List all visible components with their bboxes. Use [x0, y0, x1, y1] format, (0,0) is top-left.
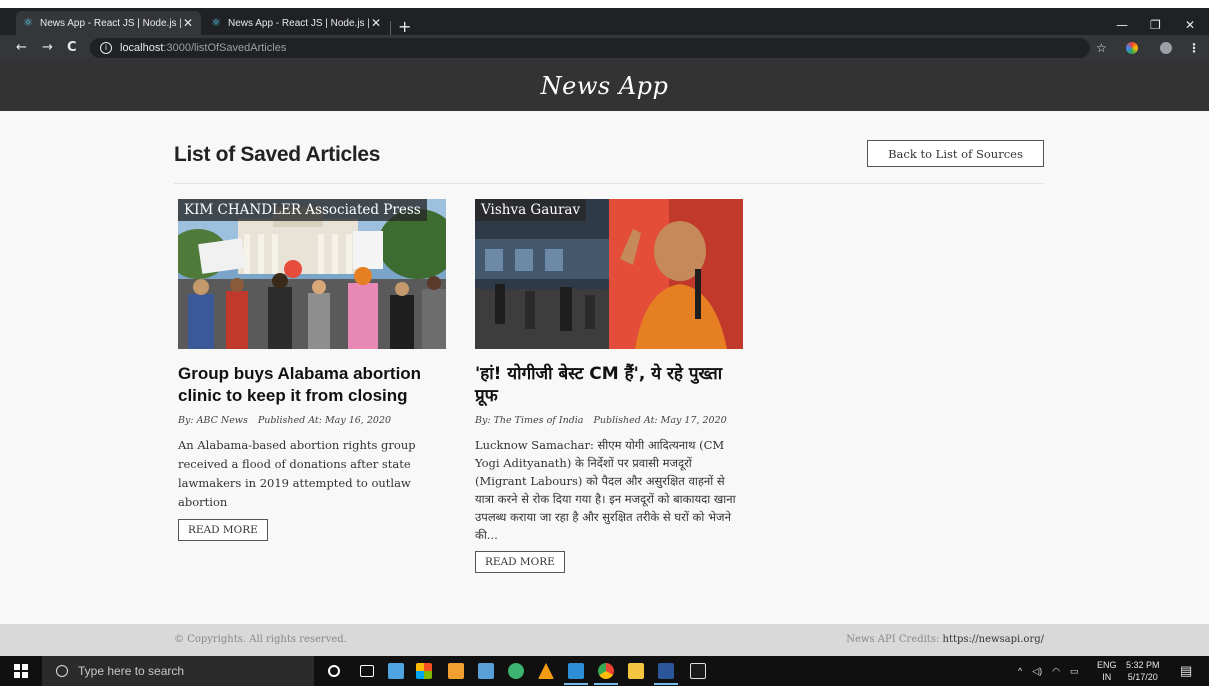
wifi-icon[interactable]: ◠ — [1052, 666, 1060, 677]
app-header: News App — [0, 61, 1209, 111]
article-description: An Alabama-based abortion rights group r… — [178, 438, 416, 509]
copyright-text: © Copyrights. All rights reserved. — [174, 634, 347, 645]
article-card: KIM CHANDLER Associated Press Group buys… — [178, 199, 446, 541]
store-icon[interactable] — [416, 663, 432, 679]
reload-icon[interactable]: C — [67, 40, 77, 56]
article-published: Published At: May 16, 2020 — [257, 415, 392, 426]
cortana-icon[interactable] — [328, 665, 340, 677]
article-headline[interactable]: Group buys Alabama abortion clinic to ke… — [178, 363, 446, 407]
lang-bottom: IN — [1102, 672, 1112, 682]
url-path: :3000/listOfSavedArticles — [163, 42, 287, 54]
new-tab-icon[interactable]: + — [398, 19, 411, 35]
credits-label: News API Credits: — [846, 634, 940, 645]
app-icon-green[interactable] — [508, 663, 524, 679]
vscode-icon[interactable] — [568, 663, 584, 679]
read-more-button[interactable]: READ MORE — [475, 551, 565, 573]
url-host: localhost — [120, 42, 164, 54]
article-meta: By: ABC News Published At: May 16, 2020 — [178, 415, 446, 426]
close-window-icon[interactable]: ✕ — [1185, 18, 1195, 32]
article-image: KIM CHANDLER Associated Press — [178, 199, 446, 349]
site-info-icon[interactable]: i — [100, 42, 112, 54]
browser-tab-bar: ⚛ News App - React JS | Node.js | R ✕ ⚛ … — [0, 8, 1209, 35]
back-arrow-icon[interactable]: ← — [16, 40, 27, 56]
article-source: By: ABC News — [178, 415, 248, 426]
app-brand[interactable]: News App — [541, 72, 669, 100]
browser-tab-1[interactable]: ⚛ News App - React JS | Node.js | R ✕ — [16, 11, 201, 35]
task-view-icon[interactable] — [360, 665, 374, 677]
article-source: By: The Times of India — [475, 415, 584, 426]
system-tray: ^ ◁) ◠ ▭ — [1018, 656, 1079, 686]
extension-icon[interactable] — [1126, 42, 1138, 54]
file-explorer-icon[interactable] — [628, 663, 644, 679]
clock-date: 5/17/20 — [1127, 672, 1158, 682]
article-published: Published At: May 17, 2020 — [593, 415, 727, 426]
app-icon-window[interactable] — [478, 663, 494, 679]
newsapi-link[interactable]: https://newsapi.org/ — [943, 634, 1044, 645]
language-indicator[interactable]: ENG IN — [1097, 656, 1117, 686]
article-headline[interactable]: 'हां! योगीजी बेस्ट CM हैं', ये रहे पुख्त… — [475, 363, 743, 407]
search-placeholder: Type here to search — [78, 664, 185, 678]
article-image: Vishva Gaurav — [475, 199, 743, 349]
read-more-button[interactable]: READ MORE — [178, 519, 268, 541]
word-icon[interactable] — [658, 663, 674, 679]
back-to-sources-button[interactable]: Back to List of Sources — [867, 140, 1044, 167]
chrome-icon[interactable] — [598, 663, 614, 679]
profile-avatar-icon[interactable] — [1160, 42, 1172, 54]
article-description: Lucknow Samachar: सीएम योगी आदित्यनाथ (C… — [475, 438, 736, 542]
battery-icon[interactable]: ▭ — [1070, 666, 1079, 677]
api-credits: News API Credits: https://newsapi.org/ — [846, 634, 1044, 645]
notifications-icon[interactable]: ▤ — [1180, 656, 1192, 686]
vscode-active-indicator — [564, 683, 588, 685]
screen-bottom-strip — [0, 686, 1209, 700]
restore-icon[interactable]: ❐ — [1150, 18, 1161, 32]
windows-start-icon[interactable] — [14, 664, 28, 678]
vlc-icon[interactable] — [538, 663, 554, 679]
page-footer: © Copyrights. All rights reserved. News … — [0, 624, 1209, 656]
taskbar-search-box[interactable]: Type here to search — [42, 656, 314, 686]
browser-toolbar: ← → C i localhost:3000/listOfSavedArticl… — [0, 35, 1209, 61]
article-card: Vishva Gaurav 'हां! योगीजी बेस्ट CM हैं'… — [475, 199, 743, 573]
article-author: Vishva Gaurav — [475, 199, 587, 221]
forward-arrow-icon[interactable]: → — [42, 40, 53, 56]
windows-taskbar: Type here to search ^ ◁) ◠ ▭ ENG IN 5:32… — [0, 656, 1209, 686]
clock-time: 5:32 PM — [1126, 660, 1160, 670]
browser-tab-2[interactable]: ⚛ News App - React JS | Node.js | R ✕ — [204, 11, 389, 35]
close-tab-icon[interactable]: ✕ — [181, 16, 195, 30]
react-favicon-icon: ⚛ — [23, 17, 33, 29]
news-collage-photo — [475, 199, 743, 349]
close-tab-icon[interactable]: ✕ — [369, 16, 383, 30]
tab-separator — [390, 21, 391, 35]
protest-photo — [178, 199, 446, 349]
screen-top-strip — [0, 0, 1209, 8]
bookmark-star-icon[interactable]: ☆ — [1096, 41, 1107, 55]
menu-kebab-icon[interactable]: ⋮ — [1188, 41, 1200, 55]
tab-title: News App - React JS | Node.js | R — [228, 17, 369, 29]
address-bar[interactable]: i localhost:3000/listOfSavedArticles — [90, 38, 1090, 58]
minimize-icon[interactable]: — — [1116, 18, 1128, 32]
article-meta: By: The Times of India Published At: May … — [475, 415, 743, 426]
article-author: KIM CHANDLER Associated Press — [178, 199, 427, 221]
tray-chevron-up-icon[interactable]: ^ — [1018, 666, 1022, 676]
tab-title: News App - React JS | Node.js | R — [40, 17, 181, 29]
page-title: List of Saved Articles — [174, 143, 381, 166]
app-icon-blue[interactable] — [388, 663, 404, 679]
chrome-active-indicator — [594, 683, 618, 685]
react-favicon-icon: ⚛ — [211, 17, 221, 29]
word-active-indicator — [654, 683, 678, 685]
saved-articles-page: List of Saved Articles Back to List of S… — [0, 111, 1209, 624]
title-divider — [174, 183, 1044, 184]
clock[interactable]: 5:32 PM 5/17/20 — [1126, 656, 1160, 686]
search-icon — [56, 665, 68, 677]
terminal-icon[interactable] — [690, 663, 706, 679]
sublime-text-icon[interactable] — [448, 663, 464, 679]
lang-top: ENG — [1097, 660, 1117, 670]
volume-icon[interactable]: ◁) — [1032, 666, 1042, 677]
